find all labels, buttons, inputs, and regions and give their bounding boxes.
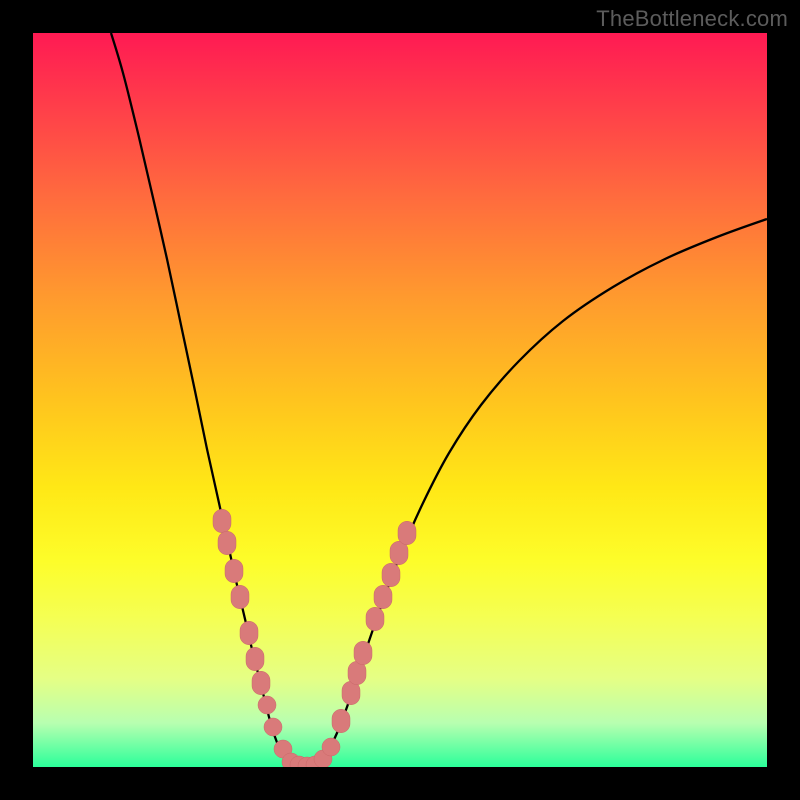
data-dot xyxy=(246,647,264,670)
frame: TheBottleneck.com xyxy=(0,0,800,800)
data-dot xyxy=(252,671,270,694)
right-curve xyxy=(305,219,767,766)
watermark-text: TheBottleneck.com xyxy=(596,6,788,32)
data-dot xyxy=(225,559,243,582)
data-dot xyxy=(390,541,408,564)
data-dot xyxy=(258,696,276,714)
plot-area xyxy=(33,33,767,767)
data-dot xyxy=(354,641,372,664)
data-dot xyxy=(382,563,400,586)
curve-group xyxy=(111,33,767,766)
data-dot xyxy=(398,521,416,544)
data-dot xyxy=(322,738,340,756)
data-dot xyxy=(332,709,350,732)
left-curve xyxy=(111,33,305,766)
chart-svg xyxy=(33,33,767,767)
data-dot xyxy=(366,607,384,630)
data-dot xyxy=(374,585,392,608)
data-dot xyxy=(213,509,231,532)
dot-layer xyxy=(213,509,416,767)
data-dot xyxy=(264,718,282,736)
data-dot xyxy=(240,621,258,644)
data-dot xyxy=(218,531,236,554)
data-dot xyxy=(231,585,249,608)
